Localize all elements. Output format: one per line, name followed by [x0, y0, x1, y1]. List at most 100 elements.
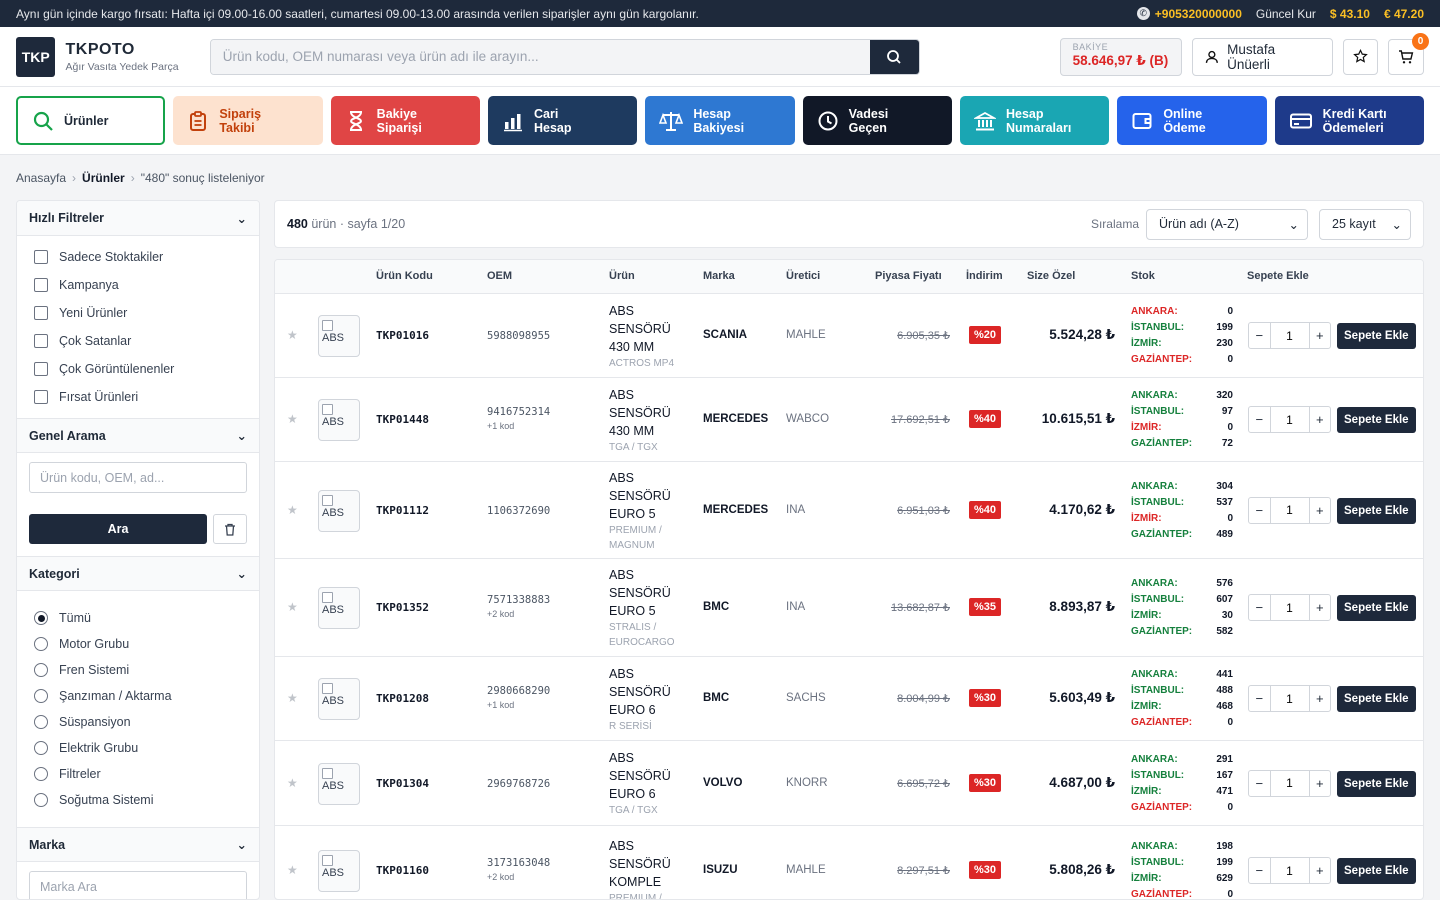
increment-button[interactable]: +	[1310, 691, 1331, 706]
category-radio[interactable]: Motor Grubu	[17, 631, 259, 657]
column-header[interactable]: Ürün	[609, 270, 635, 282]
product-name[interactable]: ABS SENSÖRÜ 430 MM TGA / TGX	[609, 386, 689, 455]
per-page-select[interactable]: 25 kayıt ⌄	[1319, 208, 1411, 240]
product-name[interactable]: ABS SENSÖRÜ EURO 5 STRALIS / EUROCARGO	[609, 566, 689, 650]
category-radio[interactable]: Soğutma Sistemi	[17, 787, 259, 813]
oem-more[interactable]: +2 kod	[487, 872, 550, 882]
product-name[interactable]: ABS SENSÖRÜ EURO 5 PREMIUM / MAGNUM	[609, 469, 689, 553]
increment-button[interactable]: +	[1310, 328, 1331, 343]
increment-button[interactable]: +	[1310, 600, 1331, 615]
quantity-input[interactable]	[1269, 686, 1310, 711]
sort-select[interactable]: Ürün adı (A-Z) ⌄	[1146, 208, 1308, 240]
decrement-button[interactable]: −	[1249, 412, 1270, 427]
decrement-button[interactable]: −	[1249, 600, 1270, 615]
column-header[interactable]: Üretici	[786, 270, 820, 282]
quick-filter-checkbox[interactable]: Çok Görüntülenenler	[17, 355, 259, 383]
nav-online-odeme[interactable]: Online Ödeme	[1117, 96, 1267, 145]
increment-button[interactable]: +	[1310, 412, 1331, 427]
product-image[interactable]: ABS	[318, 399, 360, 441]
checkbox[interactable]	[34, 362, 48, 376]
cart-button[interactable]: 0	[1388, 32, 1429, 75]
quantity-input[interactable]	[1269, 595, 1310, 620]
product-code[interactable]: TKP01304	[376, 777, 429, 790]
logo[interactable]: TKP	[16, 36, 56, 77]
decrement-button[interactable]: −	[1249, 863, 1270, 878]
add-to-cart-button[interactable]: Sepete Ekle	[1337, 595, 1416, 621]
add-to-cart-button[interactable]: Sepete Ekle	[1337, 407, 1416, 433]
column-header[interactable]: Size Özel	[1027, 270, 1075, 282]
favorite-star-icon[interactable]: ★	[287, 600, 298, 614]
product-code[interactable]: TKP01016	[376, 329, 429, 342]
column-header[interactable]: OEM	[487, 270, 512, 282]
product-name[interactable]: ABS SENSÖRÜ EURO 6 TGA / TGX	[609, 749, 689, 818]
column-header[interactable]: İndirim	[966, 270, 1003, 282]
quantity-input[interactable]	[1269, 497, 1310, 523]
nav-urunler[interactable]: Ürünler	[16, 96, 166, 145]
oem-more[interactable]: +1 kod	[487, 700, 550, 710]
radio-button[interactable]	[34, 689, 48, 703]
checkbox[interactable]	[34, 250, 48, 264]
radio-button[interactable]	[34, 741, 48, 755]
balance-box[interactable]: BAKİYE 58.646,97 ₺ (B)	[1059, 37, 1183, 76]
nav-cari-hesap[interactable]: Cari Hesap	[488, 96, 638, 145]
search-button[interactable]	[869, 39, 919, 74]
category-radio[interactable]: Elektrik Grubu	[17, 735, 259, 761]
breadcrumb-home[interactable]: Anasayfa	[16, 171, 66, 185]
product-image[interactable]: ABS	[318, 587, 360, 629]
favorite-star-icon[interactable]: ★	[287, 776, 298, 790]
increment-button[interactable]: +	[1310, 503, 1331, 518]
product-code[interactable]: TKP01208	[376, 692, 429, 705]
product-code[interactable]: TKP01352	[376, 601, 429, 614]
nav-siparis-takibi[interactable]: Sipariş Takibi	[173, 96, 323, 145]
increment-button[interactable]: +	[1310, 863, 1331, 878]
radio-button[interactable]	[34, 611, 48, 625]
product-code[interactable]: TKP01160	[376, 864, 429, 877]
radio-button[interactable]	[34, 637, 48, 651]
product-name[interactable]: ABS SENSÖRÜ 430 MM ACTROS MP4	[609, 302, 689, 371]
add-to-cart-button[interactable]: Sepete Ekle	[1337, 686, 1416, 712]
nav-vadesi-gecen[interactable]: Vadesi Geçen	[802, 96, 952, 145]
quantity-input[interactable]	[1269, 407, 1310, 432]
quantity-input[interactable]	[1269, 770, 1310, 796]
product-image[interactable]: ABS	[318, 489, 360, 532]
add-to-cart-button[interactable]: Sepete Ekle	[1337, 497, 1416, 524]
column-header[interactable]: Ürün Kodu	[376, 270, 433, 282]
search-submit-button[interactable]: Ara	[29, 514, 207, 544]
decrement-button[interactable]: −	[1249, 776, 1270, 791]
nav-hesap-bakiyesi[interactable]: Hesap Bakiyesi	[645, 96, 795, 145]
product-image[interactable]: ABS	[318, 315, 360, 357]
radio-button[interactable]	[34, 767, 48, 781]
nav-bakiye-siparisi[interactable]: Bakiye Siparişi	[330, 96, 480, 145]
nav-hesap-numaralari[interactable]: Hesap Numaraları	[959, 96, 1110, 145]
quick-filter-checkbox[interactable]: Fırsat Ürünleri	[17, 383, 259, 411]
clear-filters-button[interactable]	[213, 514, 247, 544]
category-radio[interactable]: Şanzıman / Aktarma	[17, 683, 259, 709]
radio-button[interactable]	[34, 715, 48, 729]
quick-filters-header[interactable]: Hızlı Filtreler ⌄	[17, 201, 259, 236]
column-header[interactable]: Stok	[1131, 270, 1155, 282]
category-radio[interactable]: Fren Sistemi	[17, 657, 259, 683]
radio-button[interactable]	[34, 663, 48, 677]
quick-filter-checkbox[interactable]: Yeni Ürünler	[17, 299, 259, 327]
checkbox[interactable]	[34, 390, 48, 404]
brand-header[interactable]: Marka ⌄	[17, 827, 259, 862]
category-radio[interactable]: Süspansiyon	[17, 709, 259, 735]
search-input[interactable]	[210, 39, 870, 74]
decrement-button[interactable]: −	[1249, 503, 1270, 518]
product-code[interactable]: TKP01448	[376, 413, 429, 426]
decrement-button[interactable]: −	[1249, 691, 1270, 706]
checkbox[interactable]	[34, 278, 48, 292]
whatsapp-link[interactable]: ✆ +905320000000	[1136, 7, 1242, 21]
general-search-header[interactable]: Genel Arama ⌄	[17, 418, 259, 453]
quick-filter-checkbox[interactable]: Kampanya	[17, 271, 259, 299]
product-image[interactable]: ABS	[318, 678, 360, 720]
product-name[interactable]: ABS SENSÖRÜ EURO 6 R SERİSİ	[609, 665, 689, 734]
quantity-input[interactable]	[1269, 858, 1310, 883]
favorite-star-icon[interactable]: ★	[287, 328, 298, 342]
quantity-input[interactable]	[1269, 323, 1310, 348]
category-radio[interactable]: Tümü	[17, 605, 259, 631]
column-header[interactable]: Piyasa Fiyatı	[875, 270, 942, 282]
product-image[interactable]: ABS	[318, 850, 360, 892]
category-radio[interactable]: Filtreler	[17, 761, 259, 787]
decrement-button[interactable]: −	[1249, 328, 1270, 343]
